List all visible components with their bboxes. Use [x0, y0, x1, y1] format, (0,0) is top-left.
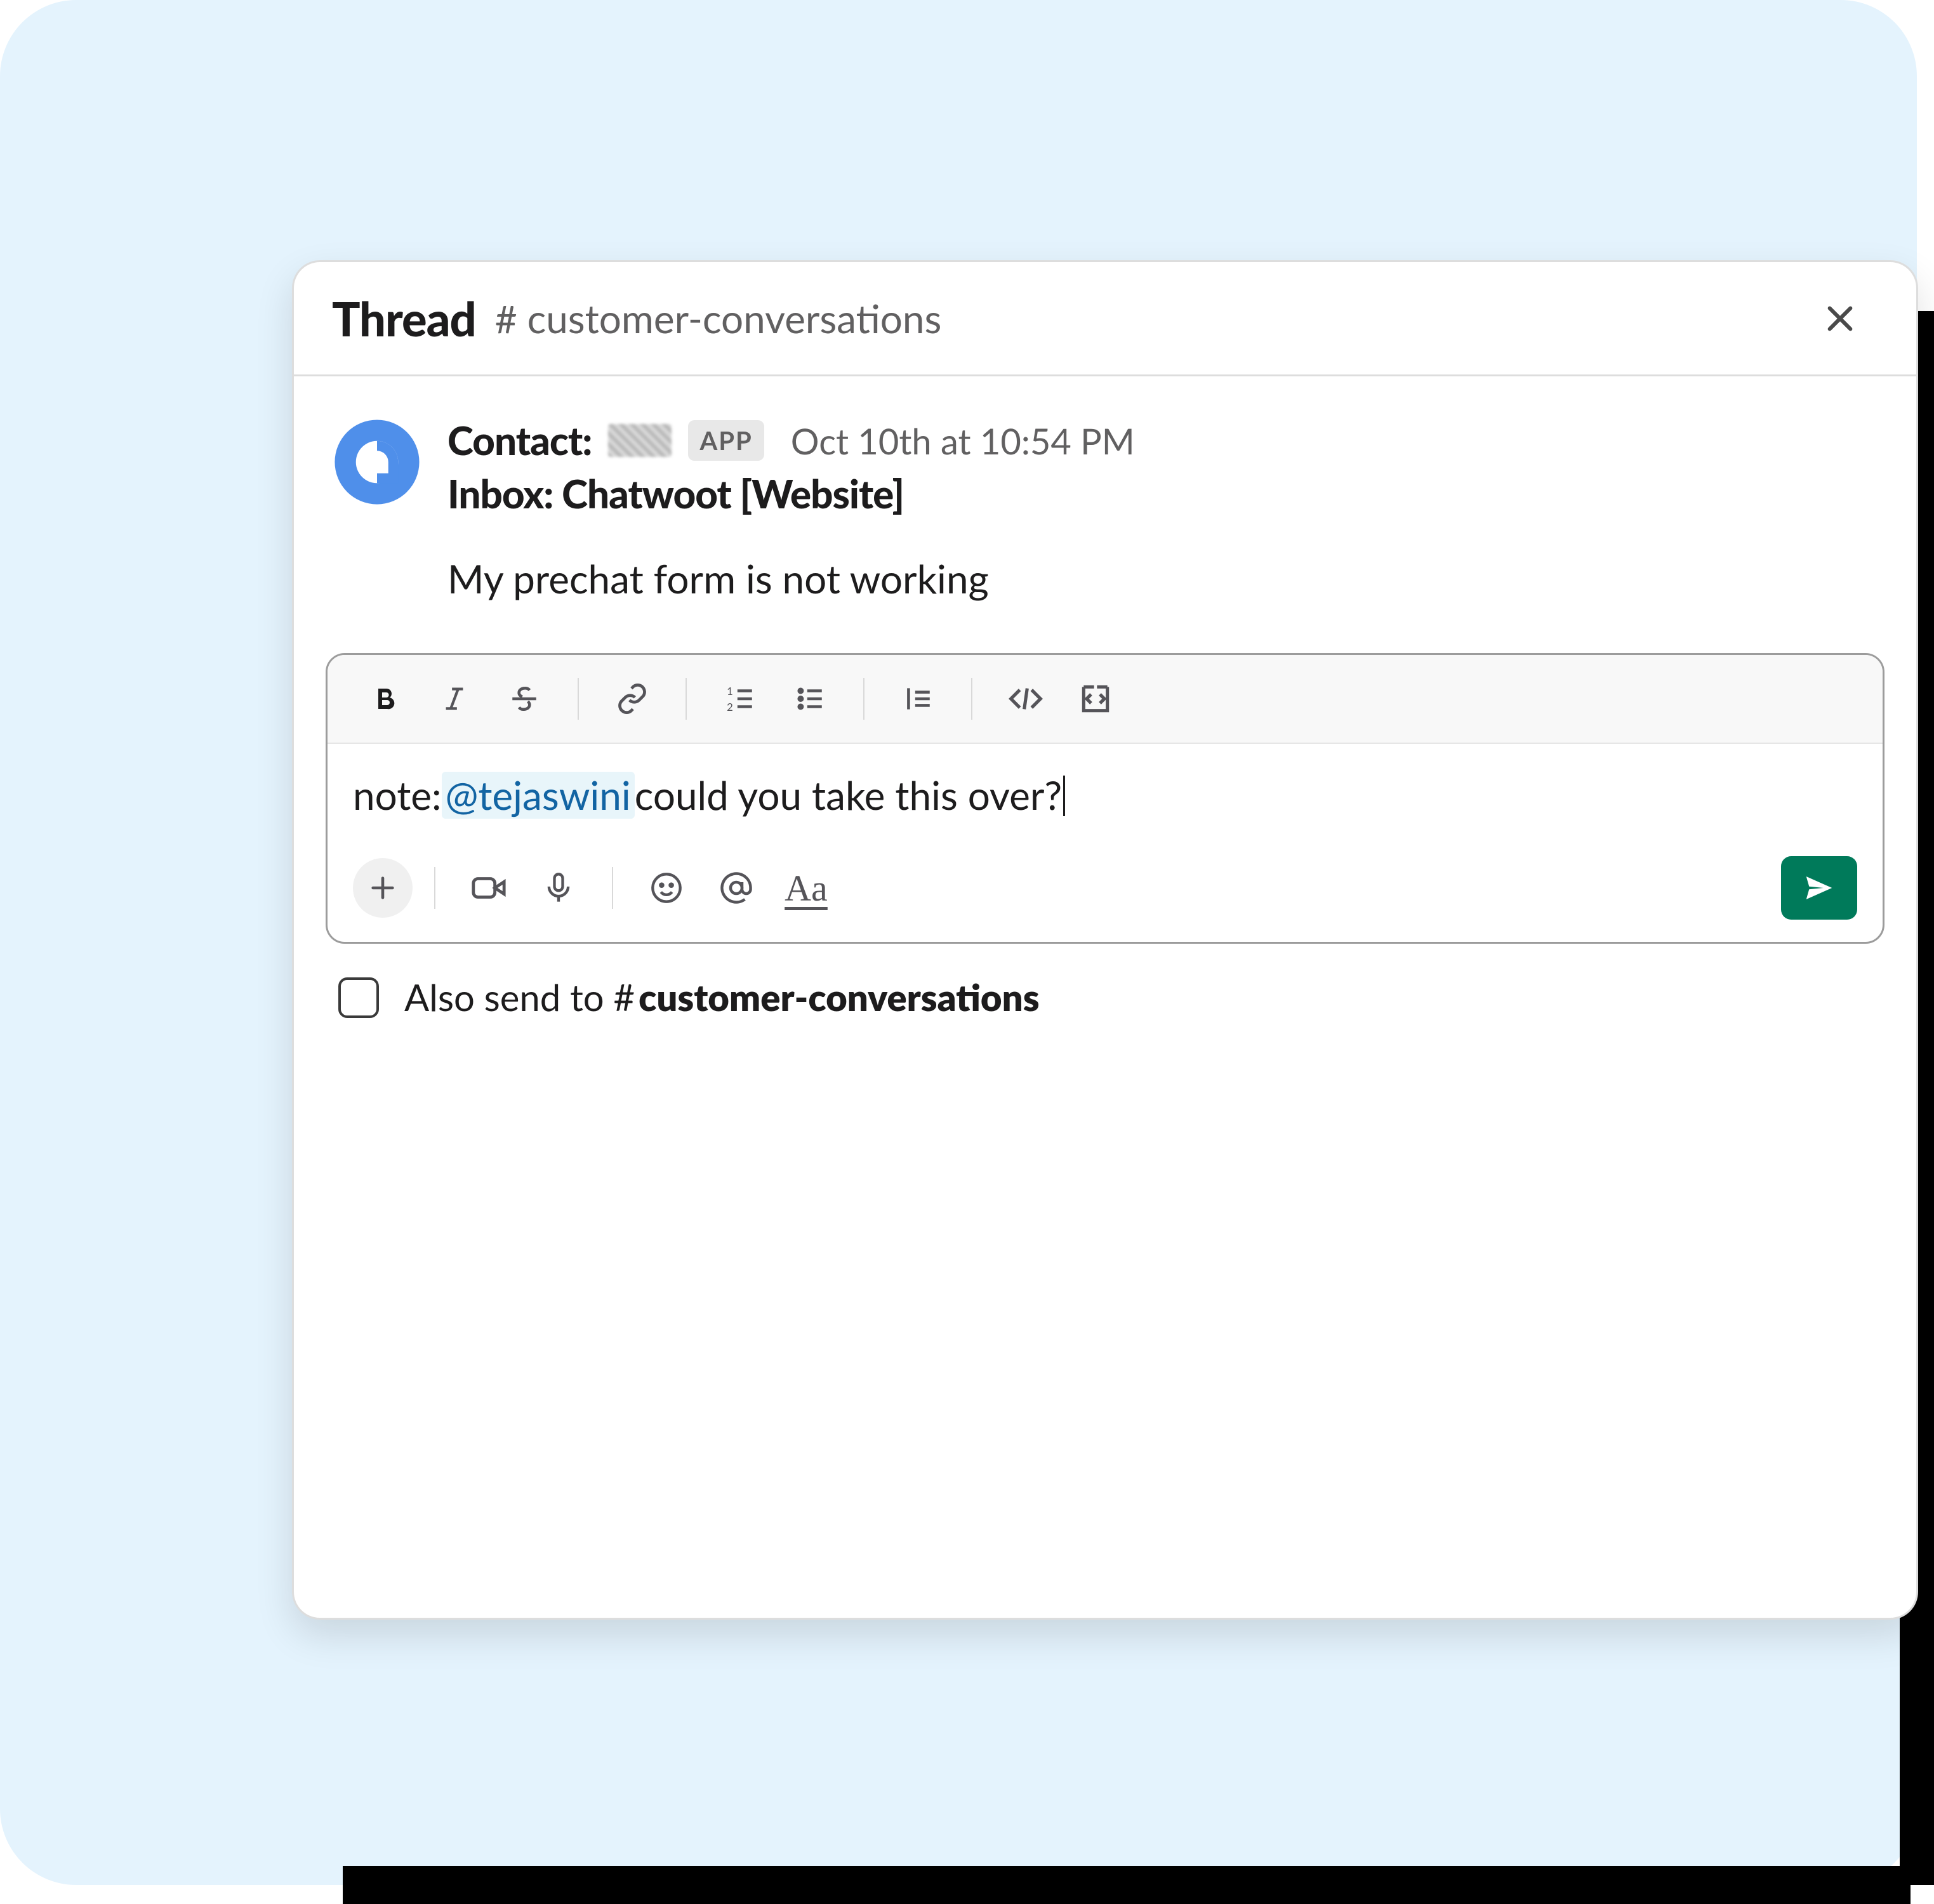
link-button[interactable]: [600, 667, 664, 731]
close-icon: [1822, 301, 1858, 336]
hash-icon: #: [495, 296, 517, 341]
strikethrough-icon: [508, 683, 540, 715]
bullet-list-icon: [794, 683, 826, 715]
message-text: My prechat form is not working: [447, 555, 1878, 602]
italic-icon: [440, 684, 469, 713]
video-icon: [470, 869, 507, 906]
separator: [686, 678, 687, 720]
send-button[interactable]: [1781, 856, 1857, 920]
separator: [971, 678, 972, 720]
app-badge: APP: [688, 420, 764, 461]
blockquote-button[interactable]: [886, 667, 950, 731]
ordered-list-button[interactable]: 12: [708, 667, 772, 731]
format-icon: Aa: [785, 867, 828, 909]
format-toolbar: 12: [328, 655, 1883, 744]
separator: [863, 678, 864, 720]
also-send-checkbox[interactable]: [338, 977, 379, 1018]
also-send-label: Also send to #customer-conversations: [404, 975, 1040, 1019]
send-icon: [1802, 871, 1836, 905]
mention-button[interactable]: [705, 856, 768, 920]
avatar: [332, 417, 422, 507]
code-button[interactable]: [994, 667, 1057, 731]
emoji-icon: [650, 871, 683, 904]
format-toggle-button[interactable]: Aa: [774, 856, 838, 920]
thread-panel: Thread # customer-conversations Co: [292, 260, 1918, 1620]
plus-icon: [368, 873, 397, 902]
message-input[interactable]: note: @tejaswini could you take this ove…: [328, 744, 1883, 847]
message-meta: Contact: APP Oct 10th at 10:54 PM: [447, 417, 1878, 464]
code-block-button[interactable]: [1064, 667, 1127, 731]
hash-icon: #: [614, 975, 635, 1019]
message: Contact: APP Oct 10th at 10:54 PM Inbox:…: [294, 376, 1916, 615]
redacted-name: [608, 424, 672, 457]
italic-button[interactable]: [423, 667, 486, 731]
video-button[interactable]: [457, 856, 520, 920]
code-block-icon: [1078, 681, 1113, 717]
thread-channel[interactable]: # customer-conversations: [495, 295, 942, 342]
ordered-list-icon: 12: [724, 683, 756, 715]
also-send-prefix: Also send to: [404, 975, 614, 1019]
code-icon: [1008, 681, 1043, 717]
also-send-channel: customer-conversations: [639, 975, 1039, 1019]
channel-name: customer-conversations: [527, 295, 942, 342]
bold-button[interactable]: [353, 667, 416, 731]
attach-button[interactable]: [353, 858, 413, 918]
thread-header: Thread # customer-conversations: [294, 262, 1916, 376]
blockquote-icon: [902, 683, 934, 715]
input-suffix: could you take this over?: [635, 772, 1065, 819]
bold-icon: [369, 684, 400, 714]
microphone-icon: [542, 871, 575, 904]
svg-text:1: 1: [727, 685, 733, 697]
input-prefix: note:: [353, 772, 442, 819]
separator: [612, 867, 613, 909]
message-timestamp: Oct 10th at 10:54 PM: [791, 420, 1135, 462]
link-icon: [616, 682, 649, 715]
separator: [434, 867, 435, 909]
message-body: Contact: APP Oct 10th at 10:54 PM Inbox:…: [447, 417, 1878, 602]
at-icon: [719, 871, 753, 905]
also-send-row: Also send to #customer-conversations: [294, 956, 1916, 1038]
strikethrough-button[interactable]: [493, 667, 556, 731]
shadow-bottom: [343, 1866, 1911, 1904]
thread-title: Thread: [332, 290, 476, 347]
contact-label: Contact:: [447, 417, 592, 464]
action-toolbar: Aa: [328, 847, 1883, 942]
separator: [578, 678, 579, 720]
composer: 12 note: @tejaswini: [326, 653, 1884, 944]
bullet-list-button[interactable]: [778, 667, 842, 731]
audio-button[interactable]: [527, 856, 590, 920]
emoji-button[interactable]: [635, 856, 698, 920]
svg-text:2: 2: [727, 701, 733, 713]
inbox-line: Inbox: Chatwoot [Website]: [447, 470, 1878, 517]
close-button[interactable]: [1815, 293, 1865, 344]
mention[interactable]: @tejaswini: [442, 772, 635, 819]
